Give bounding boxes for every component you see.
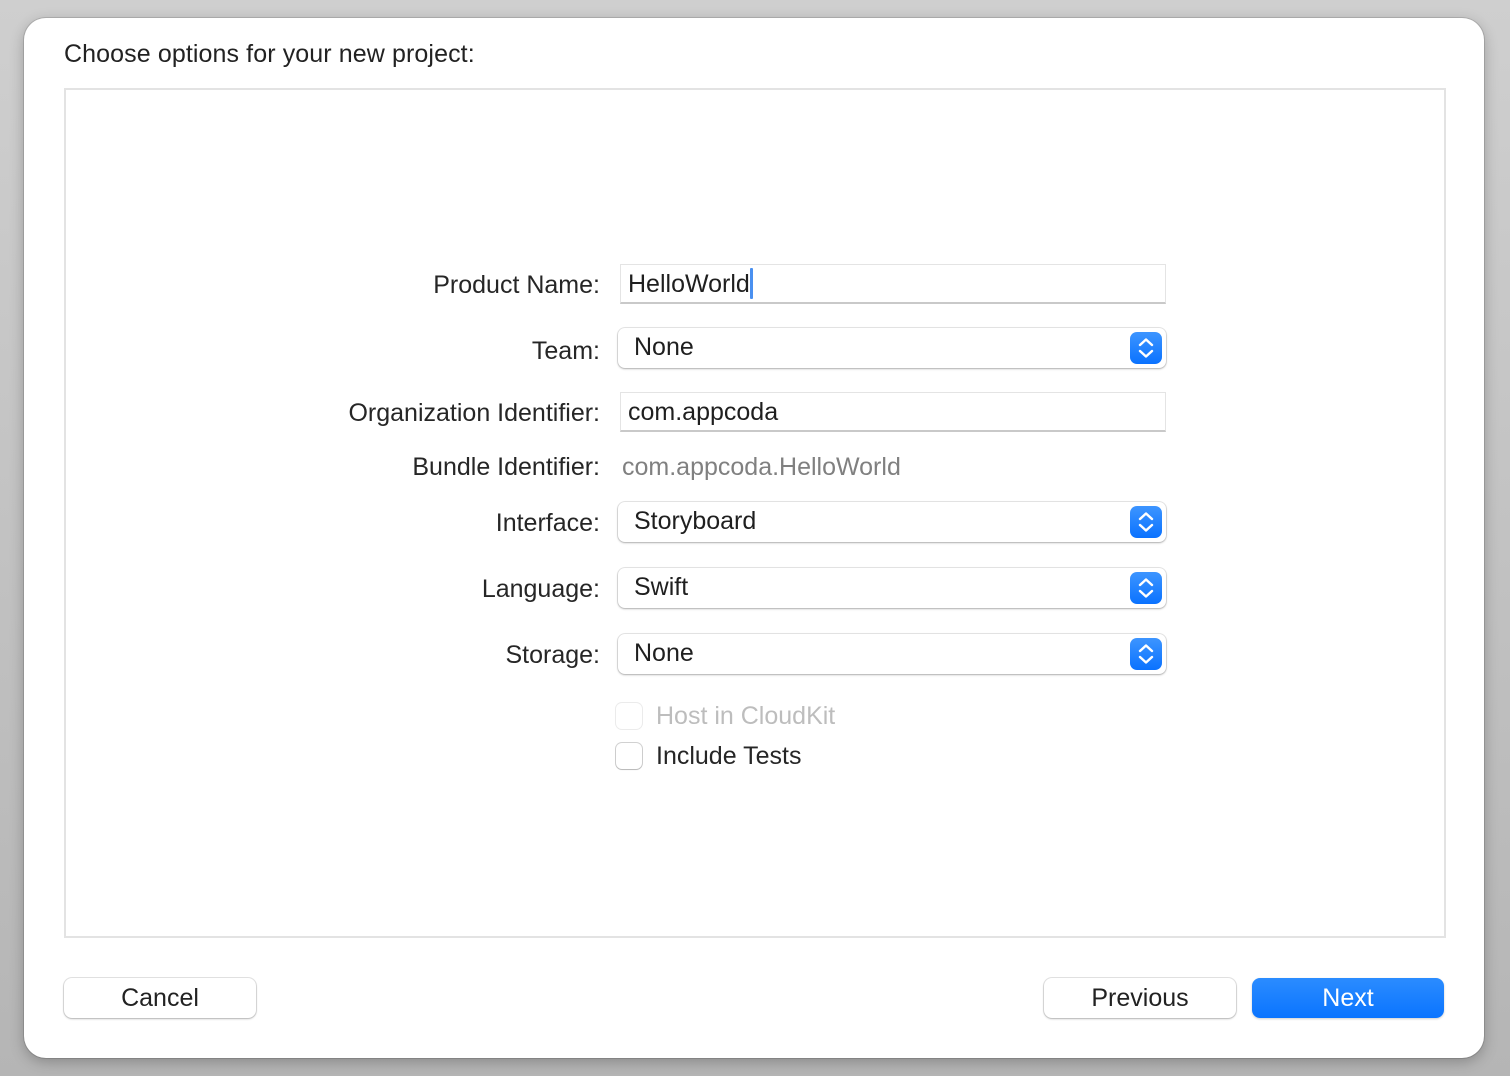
- storage-label: Storage:: [505, 641, 600, 669]
- host-in-cloudkit-checkbox: [616, 703, 642, 729]
- interface-popup[interactable]: Storyboard: [618, 502, 1166, 542]
- language-row: Language: Swift: [66, 568, 1444, 610]
- next-button[interactable]: Next: [1252, 978, 1444, 1018]
- organization-identifier-row: Organization Identifier: com.appcoda: [66, 392, 1444, 434]
- language-label: Language:: [481, 575, 600, 603]
- team-value: None: [634, 333, 694, 361]
- include-tests-checkbox[interactable]: [616, 743, 642, 769]
- bundle-identifier-value: com.appcoda.HelloWorld: [622, 453, 901, 481]
- interface-row: Interface: Storyboard: [66, 502, 1444, 544]
- include-tests-option[interactable]: Include Tests: [616, 740, 801, 772]
- chevron-up-down-icon: [1130, 332, 1162, 364]
- host-in-cloudkit-option: Host in CloudKit: [616, 700, 835, 732]
- interface-value: Storyboard: [634, 507, 757, 535]
- sheet-title: Choose options for your new project:: [64, 40, 475, 68]
- organization-identifier-field[interactable]: com.appcoda: [620, 392, 1166, 432]
- bundle-identifier-row: Bundle Identifier: com.appcoda.HelloWorl…: [66, 446, 1444, 488]
- interface-label: Interface:: [495, 509, 600, 537]
- team-row: Team: None: [66, 328, 1444, 370]
- language-value: Swift: [634, 573, 689, 601]
- product-name-label: Product Name:: [433, 271, 600, 299]
- previous-button[interactable]: Previous: [1044, 978, 1236, 1018]
- organization-identifier-label: Organization Identifier:: [348, 399, 600, 427]
- include-tests-label[interactable]: Include Tests: [656, 742, 801, 771]
- chevron-up-down-icon: [1130, 572, 1162, 604]
- team-label: Team:: [531, 337, 600, 365]
- chevron-up-down-icon: [1130, 638, 1162, 670]
- text-cursor: [749, 267, 753, 299]
- product-name-field[interactable]: HelloWorld: [620, 264, 1166, 304]
- storage-popup[interactable]: None: [618, 634, 1166, 674]
- team-popup[interactable]: None: [618, 328, 1166, 368]
- storage-value: None: [634, 639, 694, 667]
- product-name-value: HelloWorld: [628, 270, 750, 298]
- new-project-options-sheet: Choose options for your new project: Pro…: [24, 18, 1484, 1058]
- language-popup[interactable]: Swift: [618, 568, 1166, 608]
- options-panel: Product Name: HelloWorld Team: None Orga…: [64, 88, 1446, 938]
- organization-identifier-value: com.appcoda: [628, 398, 779, 426]
- storage-row: Storage: None: [66, 634, 1444, 676]
- cancel-button[interactable]: Cancel: [64, 978, 256, 1018]
- chevron-up-down-icon: [1130, 506, 1162, 538]
- product-name-row: Product Name: HelloWorld: [66, 264, 1444, 306]
- bundle-identifier-label: Bundle Identifier:: [412, 453, 600, 481]
- host-in-cloudkit-label: Host in CloudKit: [656, 701, 836, 730]
